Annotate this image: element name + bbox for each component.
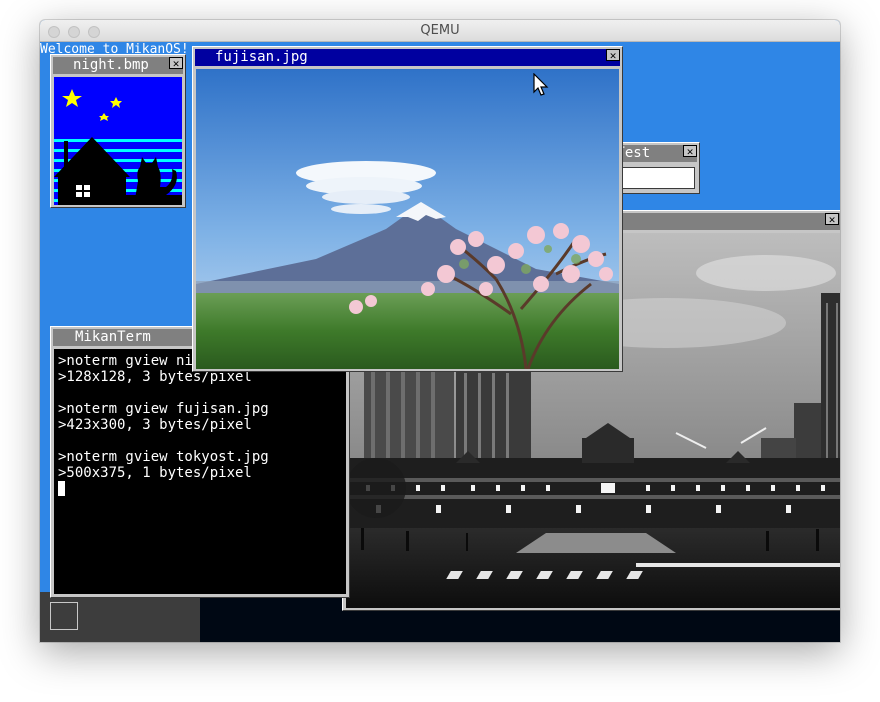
terminal-cursor-line (58, 481, 342, 497)
terminal-line: >noterm gview fujisan.jpg (58, 401, 269, 417)
close-icon[interactable]: ✕ (683, 145, 697, 157)
terminal-line: >noterm gview tokyost.jpg (58, 449, 269, 465)
start-button-icon[interactable] (50, 602, 78, 630)
mikanos-desktop: Welcome to MikanOS! TextBox Test ✕ tokyo… (40, 42, 840, 642)
qemu-title: QEMU (420, 23, 460, 38)
night-window[interactable]: night.bmp ✕ (50, 54, 186, 208)
night-image (54, 77, 182, 205)
close-icon[interactable]: ✕ (606, 49, 620, 61)
qemu-window: QEMU Welcome to MikanOS! TextBox Test ✕ … (40, 20, 840, 642)
terminal-line: >423x300, 3 bytes/pixel (58, 417, 252, 433)
fujisan-titlebar[interactable]: fujisan.jpg (195, 49, 620, 66)
terminal-output[interactable]: >noterm gview night.bmp >128x128, 3 bytes… (54, 349, 346, 594)
terminal-line: >500x375, 1 bytes/pixel (58, 465, 252, 481)
fujisan-photo (196, 69, 619, 369)
close-icon[interactable]: ✕ (825, 213, 839, 225)
close-icon[interactable]: ✕ (169, 57, 183, 69)
mouse-cursor-icon (533, 73, 549, 96)
terminal-cursor (58, 481, 65, 496)
taskbar-start-area (40, 592, 200, 642)
qemu-titlebar: QEMU (40, 20, 840, 42)
fujisan-window[interactable]: fujisan.jpg ✕ (192, 46, 623, 372)
night-titlebar[interactable]: night.bmp (53, 57, 183, 74)
